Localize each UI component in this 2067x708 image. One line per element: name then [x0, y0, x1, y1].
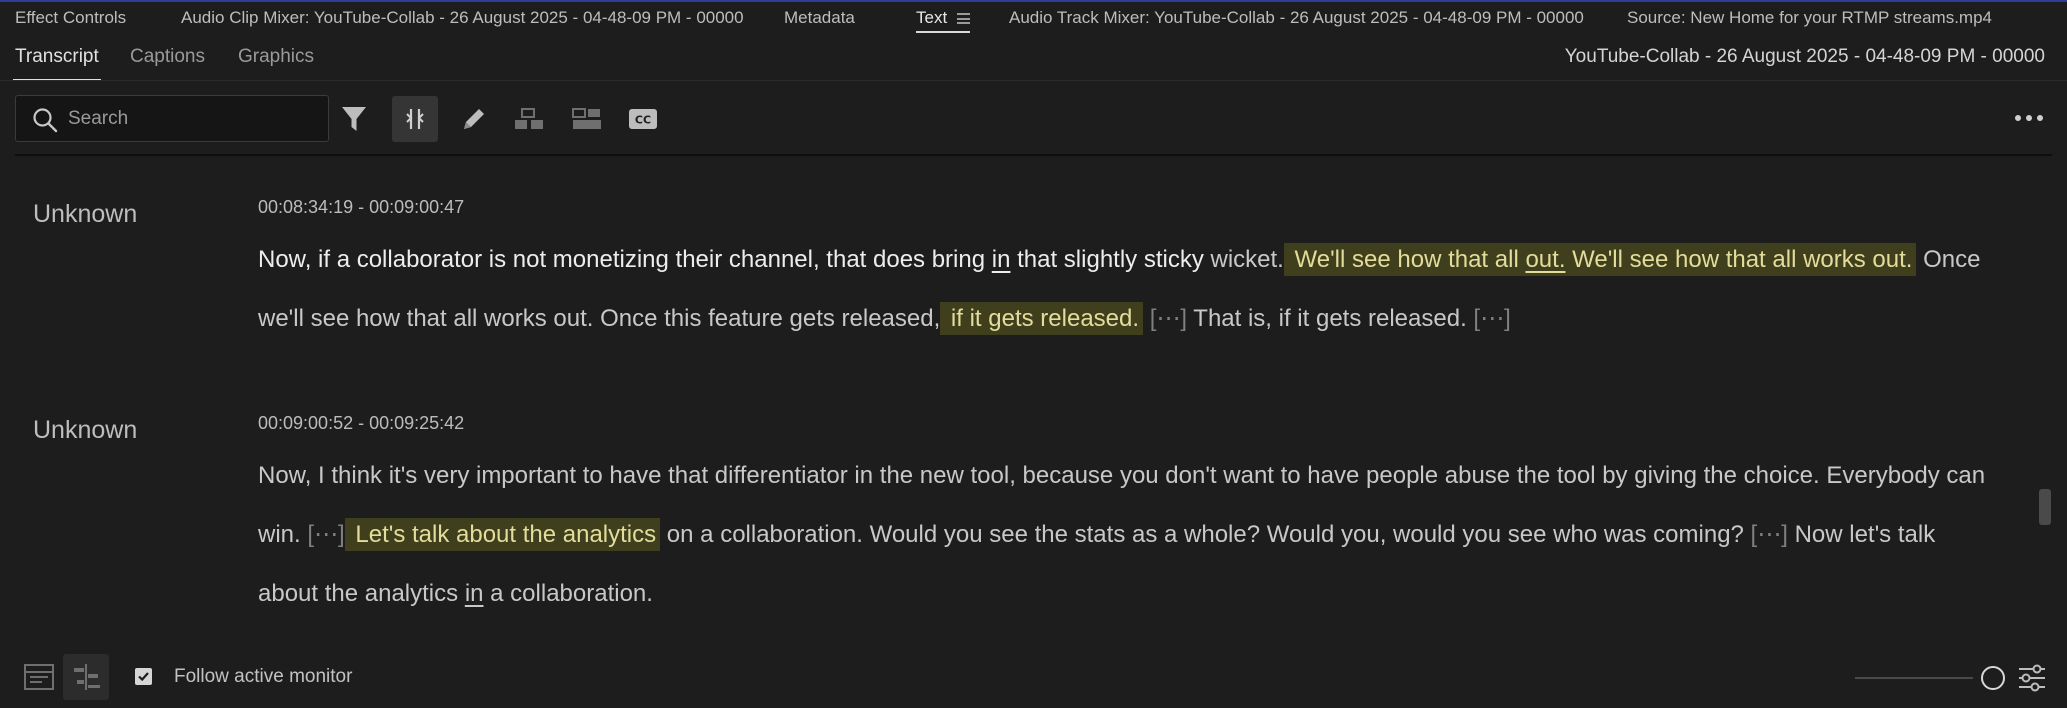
gap-marker[interactable]: [⋯] [1467, 305, 1510, 332]
merge-segments-button[interactable] [565, 96, 611, 142]
active-tab-underline [916, 31, 971, 33]
cc-icon: CC [629, 109, 657, 129]
transcript-text: that slightly sticky [1010, 246, 1211, 273]
follow-monitor-label: Follow active monitor [174, 666, 353, 687]
search-icon [33, 108, 58, 133]
filter-icon [342, 107, 366, 131]
highlight-word: out. [1525, 246, 1566, 273]
tab-text[interactable]: Text [916, 8, 971, 33]
more-dot [2015, 115, 2021, 121]
gap-marker[interactable]: [⋯] [1744, 521, 1788, 548]
more-dot [2037, 115, 2043, 121]
tab-source[interactable]: Source: New Home for your RTMP streams.m… [1627, 8, 1992, 28]
timecode: 00:09:00:52 - 00:09:25:42 [258, 413, 465, 433]
search-highlight: Let's talk about the analytics [344, 518, 661, 551]
search-input[interactable] [68, 96, 318, 141]
toolbar-divider [15, 154, 2052, 156]
checkmark-icon [138, 672, 149, 682]
panel-tab-bar: Effect Controls Audio Clip Mixer: YouTub… [0, 2, 2067, 38]
transcript-word: in [991, 246, 1011, 273]
gap-marker[interactable]: [⋯] [301, 521, 344, 548]
more-dot [2026, 115, 2032, 121]
tab-transcript[interactable]: Transcript [13, 46, 101, 81]
create-captions-button[interactable]: CC [620, 96, 666, 142]
tab-effect-controls[interactable]: Effect Controls [15, 8, 126, 28]
svg-text:CC: CC [635, 114, 651, 127]
transcript-export-icon [24, 664, 54, 690]
transcript-paragraph[interactable]: Now, I think it's very important to have… [258, 446, 1998, 623]
search-highlight: if it gets released. [940, 302, 1144, 335]
tab-graphics[interactable]: Graphics [238, 46, 314, 68]
transcript-text: That is, if it gets released. [1187, 305, 1467, 332]
settings-sliders-icon[interactable] [2017, 664, 2047, 692]
speaker-label[interactable]: Unknown [33, 416, 137, 445]
zoom-slider-knob[interactable] [1981, 666, 2005, 690]
transcript-text: Now, if a collaborator is not monetizing… [258, 246, 992, 273]
sequence-name: YouTube-Collab - 26 August 2025 - 04-48-… [1564, 46, 2045, 67]
tab-text-label: Text [916, 8, 948, 27]
speaker-label[interactable]: Unknown [33, 200, 137, 229]
transcript-word: in [464, 580, 484, 607]
highlight-text: We'll see how that all works out. [1565, 246, 1913, 273]
pencil-icon [464, 109, 484, 129]
expand-collapse-button[interactable] [392, 96, 438, 142]
scrollbar-thumb[interactable] [2039, 489, 2051, 525]
search-box[interactable] [15, 95, 329, 142]
tab-audio-clip-mixer[interactable]: Audio Clip Mixer: YouTube-Collab - 26 Au… [181, 8, 744, 28]
more-options-button[interactable] [2015, 108, 2043, 128]
zoom-slider-track[interactable] [1855, 677, 1973, 679]
tab-transcript-label: Transcript [15, 46, 99, 67]
gap-marker[interactable]: [⋯] [1143, 305, 1187, 332]
insert-sequence-button[interactable] [63, 654, 109, 700]
split-arrows-icon [406, 109, 424, 129]
transcript-text: a collaboration. [483, 580, 653, 607]
split-segment-button[interactable] [506, 96, 552, 142]
timeline-icon [74, 664, 100, 690]
timecode: 00:08:34:19 - 00:09:00:47 [258, 197, 465, 217]
tab-captions[interactable]: Captions [130, 46, 205, 68]
divider [0, 80, 2067, 81]
merge-segments-icon [572, 108, 601, 129]
transcript-paragraph[interactable]: Now, if a collaborator is not monetizing… [258, 230, 1998, 348]
filter-button[interactable] [331, 96, 377, 142]
highlight-text: We'll see how that all [1287, 246, 1526, 273]
follow-monitor-checkbox[interactable] [135, 668, 152, 685]
transcript-text: on a collaboration. Would you see the st… [660, 521, 1744, 548]
transcript-text: wicket. [1210, 246, 1284, 273]
export-transcript-button[interactable] [16, 654, 62, 700]
tab-audio-track-mixer[interactable]: Audio Track Mixer: YouTube-Collab - 26 A… [1009, 8, 1584, 28]
panel-menu-icon[interactable] [957, 13, 971, 24]
search-highlight: We'll see how that all out. We'll see ho… [1283, 243, 1917, 276]
tab-metadata[interactable]: Metadata [784, 8, 855, 28]
edit-button[interactable] [451, 96, 497, 142]
split-segment-icon [515, 108, 543, 129]
